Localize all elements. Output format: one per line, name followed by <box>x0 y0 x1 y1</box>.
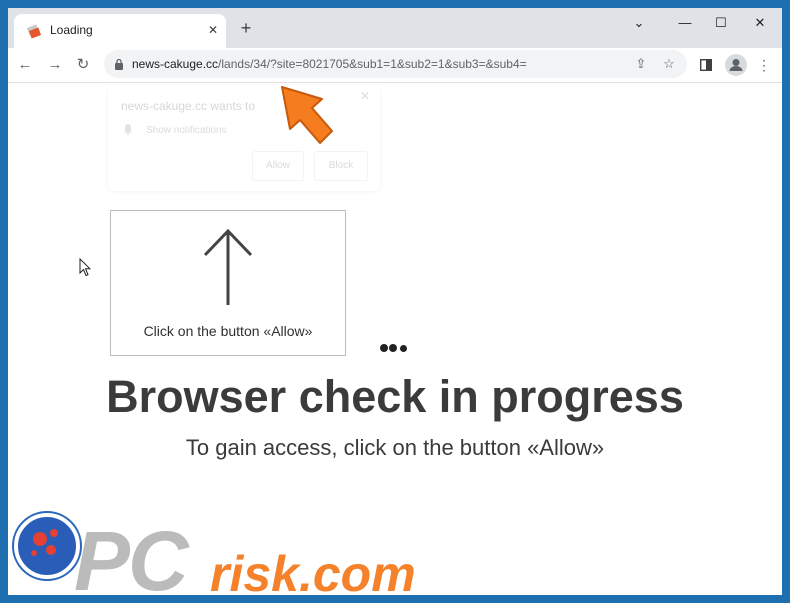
share-icon[interactable]: ⇪ <box>632 55 650 73</box>
browser-toolbar: ← → ↻ news-cakuge.cc/lands/34/?site=8021… <box>8 48 782 83</box>
minimize-button[interactable]: — <box>668 12 702 34</box>
mouse-cursor-icon <box>79 258 91 277</box>
watermark-pc-text: PC <box>74 514 189 595</box>
url-host: news-cakuge.cc <box>132 57 219 71</box>
notification-permission-prompt: news-cakuge.cc wants to ✕ Show notificat… <box>108 85 380 191</box>
address-bar[interactable]: news-cakuge.cc/lands/34/?site=8021705&su… <box>104 50 687 78</box>
loading-dots <box>380 339 408 357</box>
reload-button[interactable]: ↻ <box>73 55 93 75</box>
allow-button[interactable]: Allow <box>252 151 304 181</box>
loading-dot <box>380 344 388 352</box>
instruction-label: Click on the button «Allow» <box>143 323 313 339</box>
forward-button[interactable]: → <box>45 55 65 75</box>
close-window-button[interactable]: ✕ <box>743 12 777 34</box>
bookmark-star-icon[interactable]: ☆ <box>660 55 678 73</box>
page-content: news-cakuge.cc wants to ✕ Show notificat… <box>8 83 782 595</box>
url-text[interactable]: news-cakuge.cc/lands/34/?site=8021705&su… <box>132 57 527 71</box>
tab-loading[interactable]: Loading ✕ <box>14 14 226 48</box>
loading-dot <box>400 345 407 352</box>
up-arrow-icon <box>203 228 253 305</box>
tab-strip: Loading ✕ + ⌄ — ☐ ✕ <box>8 8 782 48</box>
notification-title: news-cakuge.cc wants to <box>121 99 256 113</box>
close-tab-icon[interactable]: ✕ <box>204 21 222 39</box>
tab-search-icon[interactable]: ⌄ <box>622 12 656 34</box>
notification-text: Show notifications <box>146 125 227 136</box>
lock-icon <box>115 58 123 70</box>
url-path: /lands/34/?site=8021705&sub1=1&sub2=1&su… <box>218 57 527 71</box>
page-subline: To gain access, click on the button «All… <box>185 435 605 460</box>
new-tab-button[interactable]: + <box>236 18 256 38</box>
browser-menu-icon[interactable]: ⋮ <box>753 54 775 76</box>
orange-pointer-arrow-icon <box>281 86 333 144</box>
loading-favicon-icon <box>26 24 42 39</box>
browser-window: Loading ✕ + ⌄ — ☐ ✕ ← → ↻ news-cakuge.cc… <box>8 8 782 595</box>
maximize-button[interactable]: ☐ <box>704 12 738 34</box>
tab-title: Loading <box>50 23 93 37</box>
magnifier-logo-icon <box>14 513 80 579</box>
notification-close-icon[interactable]: ✕ <box>360 89 370 103</box>
pcrisk-watermark: PC risk.com <box>14 505 454 595</box>
side-panel-icon[interactable] <box>695 54 717 76</box>
bell-icon <box>124 124 132 135</box>
profile-avatar-icon[interactable] <box>725 54 747 76</box>
watermark-risk-text: risk.com <box>210 546 416 595</box>
allow-instruction-box: Click on the button «Allow» <box>110 210 346 356</box>
back-button[interactable]: ← <box>15 55 35 75</box>
loading-dot <box>389 344 397 352</box>
block-button[interactable]: Block <box>314 151 368 181</box>
page-headline: Browser check in progress <box>106 371 684 422</box>
